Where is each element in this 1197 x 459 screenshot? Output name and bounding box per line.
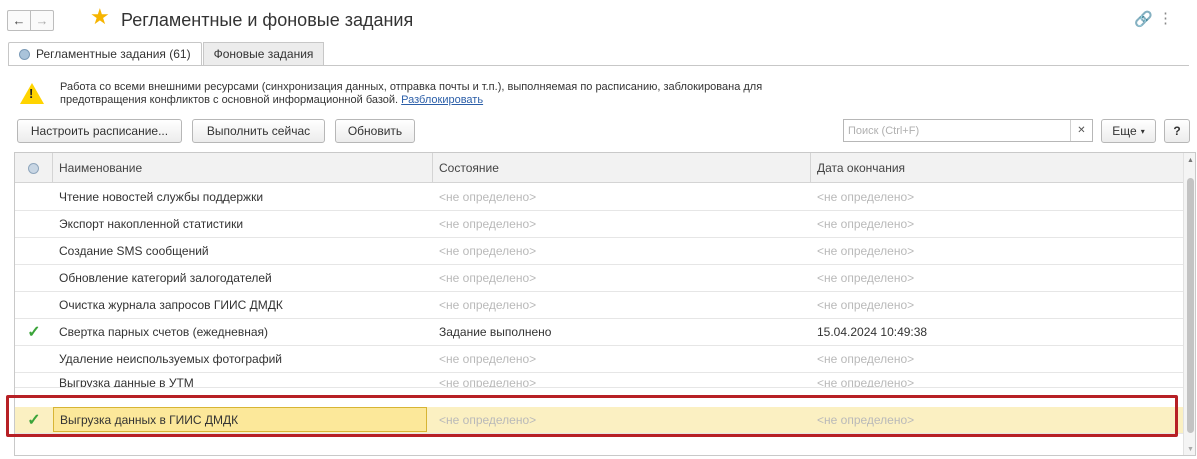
tab-scheduled-jobs[interactable]: Регламентные задания (61)	[8, 42, 202, 66]
highlight-frame	[6, 395, 1178, 437]
row-status	[15, 373, 53, 387]
row-status	[15, 211, 53, 237]
scroll-down-icon[interactable]: ▼	[1184, 446, 1195, 453]
row-status	[15, 184, 53, 210]
configure-schedule-button[interactable]: Настроить расписание...	[17, 119, 182, 143]
job-end-date: <не определено>	[817, 298, 915, 312]
row-status	[15, 292, 53, 318]
table-row[interactable]: Создание SMS сообщений <не определено> <…	[15, 238, 1183, 265]
row-status	[15, 238, 53, 264]
job-name: Свертка парных счетов (ежедневная)	[59, 325, 269, 339]
tab-background-jobs[interactable]: Фоновые задания	[202, 42, 325, 66]
more-label: Еще	[1112, 124, 1137, 138]
row-status	[15, 346, 53, 372]
job-name: Выгрузка данные в УТМ	[59, 376, 194, 388]
search-input[interactable]	[844, 120, 1070, 141]
clock-icon	[19, 48, 30, 60]
page-title: Регламентные и фоновые задания	[121, 10, 414, 30]
job-state: <не определено>	[439, 244, 537, 258]
link-icon[interactable]: 🔗	[1134, 10, 1153, 28]
status-column-header[interactable]	[15, 153, 53, 183]
job-end-date: <не определено>	[817, 244, 915, 258]
table-header: Наименование Состояние Дата окончания	[15, 153, 1183, 183]
job-name: Экспорт накопленной статистики	[59, 217, 244, 231]
table-row[interactable]: Удаление неиспользуемых фотографий <не о…	[15, 346, 1183, 373]
scroll-up-icon[interactable]: ▲	[1184, 157, 1195, 164]
back-button[interactable]: ←	[7, 10, 31, 31]
table-row[interactable]: Обновление категорий залогодателей <не о…	[15, 265, 1183, 292]
job-state: Задание выполнено	[439, 325, 552, 339]
job-end-date: <не определено>	[817, 376, 915, 388]
unlock-link[interactable]: Разблокировать	[401, 94, 483, 106]
refresh-button[interactable]: Обновить	[335, 119, 415, 143]
job-end-date: <не определено>	[817, 217, 915, 231]
more-button[interactable]: Еще ▾	[1101, 119, 1156, 143]
exclamation-icon: !	[29, 86, 34, 101]
row-status: ✓	[15, 319, 53, 345]
column-header-name[interactable]: Наименование	[53, 153, 433, 183]
job-end-date: <не определено>	[817, 352, 915, 366]
table-row[interactable]: Выгрузка данные в УТМ <не определено> <н…	[15, 373, 1183, 388]
search-box: ✕	[843, 119, 1093, 142]
job-name: Очистка журнала запросов ГИИС ДМДК	[59, 298, 283, 312]
column-header-state[interactable]: Состояние	[433, 153, 811, 183]
job-end-date: <не определено>	[817, 190, 915, 204]
arrow-left-icon: ←	[12, 13, 26, 28]
tabs-divider	[8, 65, 1189, 66]
tab-label: Регламентные задания (61)	[36, 47, 191, 61]
job-state: <не определено>	[439, 271, 537, 285]
job-name: Чтение новостей службы поддержки	[59, 190, 264, 204]
run-now-button[interactable]: Выполнить сейчас	[192, 119, 325, 143]
arrow-right-icon: →	[35, 13, 49, 28]
vertical-scrollbar[interactable]: ▲ ▼	[1183, 153, 1195, 455]
forward-button[interactable]: →	[30, 10, 54, 31]
table-row[interactable]: Чтение новостей службы поддержки <не опр…	[15, 184, 1183, 211]
job-name: Создание SMS сообщений	[59, 244, 209, 258]
help-button[interactable]: ?	[1164, 119, 1190, 143]
job-state: <не определено>	[439, 217, 537, 231]
job-end-date: 15.04.2024 10:49:38	[817, 325, 928, 339]
chevron-down-icon: ▾	[1140, 126, 1145, 136]
status-icon	[28, 162, 39, 174]
column-header-end-date[interactable]: Дата окончания	[811, 153, 1183, 183]
job-state: <не определено>	[439, 298, 537, 312]
job-end-date: <не определено>	[817, 271, 915, 285]
row-status	[15, 265, 53, 291]
job-state: <не определено>	[439, 376, 537, 388]
table-row[interactable]: Очистка журнала запросов ГИИС ДМДК <не о…	[15, 292, 1183, 319]
scroll-thumb[interactable]	[1187, 178, 1194, 433]
job-state: <не определено>	[439, 352, 537, 366]
table-row[interactable]: Экспорт накопленной статистики <не опред…	[15, 211, 1183, 238]
job-name: Обновление категорий залогодателей	[59, 271, 272, 285]
tab-bar: Регламентные задания (61) Фоновые задани…	[8, 42, 325, 66]
title-bar: ← → ★ Регламентные и фоновые задания 🔗 ⋮	[0, 0, 1197, 40]
table-row[interactable]: ✓ Свертка парных счетов (ежедневная) Зад…	[15, 319, 1183, 346]
clear-search-icon[interactable]: ✕	[1070, 120, 1092, 141]
more-options-icon[interactable]: ⋮	[1158, 9, 1173, 27]
job-state: <не определено>	[439, 190, 537, 204]
job-name: Удаление неиспользуемых фотографий	[59, 352, 282, 366]
checkmark-icon: ✓	[27, 324, 41, 341]
tab-label: Фоновые задания	[213, 47, 314, 61]
warning-message: Работа со всеми внешними ресурсами (синх…	[60, 81, 780, 107]
favorite-star-icon[interactable]: ★	[90, 6, 110, 28]
